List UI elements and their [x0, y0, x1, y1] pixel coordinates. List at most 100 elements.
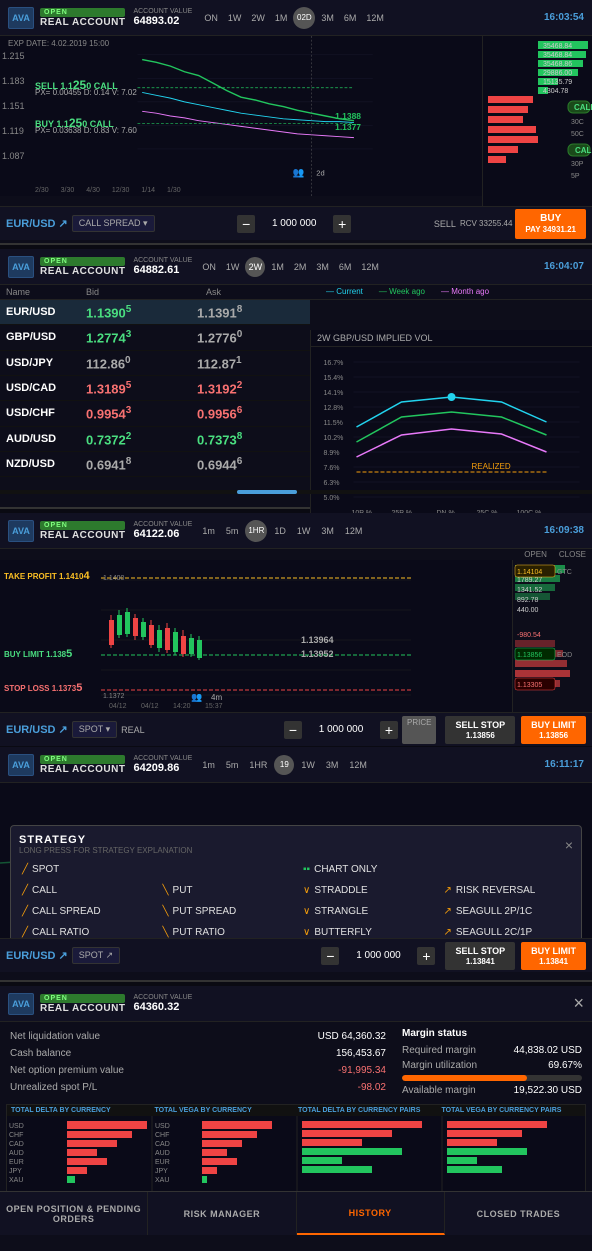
svg-text:15:37: 15:37: [205, 703, 223, 710]
tf-12m-4[interactable]: 12M: [345, 759, 371, 771]
nav-risk-manager[interactable]: RISK MANAGER: [148, 1192, 296, 1235]
tf-19-4[interactable]: 19: [274, 755, 294, 775]
strategy-risk-reversal[interactable]: ↗ RISK REVERSAL: [441, 882, 574, 899]
buy-button-1[interactable]: BUYPAY 34931.21: [515, 209, 586, 239]
tf-1m-3[interactable]: 1m: [198, 525, 219, 537]
tf-1w-4[interactable]: 1W: [297, 759, 319, 771]
strategy-selector-1[interactable]: CALL SPREAD ▾: [72, 215, 155, 232]
qty-minus-1[interactable]: −: [237, 215, 255, 233]
rate-row-gbpusd[interactable]: GBP/USD 1.27743 1.27760: [0, 325, 310, 350]
strategy-call[interactable]: ╱ CALL: [19, 882, 152, 899]
strategy-close-btn[interactable]: ×: [565, 837, 573, 853]
strategy-seagull-2c1p[interactable]: ↗ SEAGULL 2C/1P: [441, 924, 574, 938]
tf-6m-2[interactable]: 6M: [335, 261, 356, 273]
sell-stop-btn-4[interactable]: SELL STOP1.13841: [445, 942, 515, 970]
rate-row-usdcad[interactable]: USD/CAD 1.31895 1.31922: [0, 376, 310, 401]
tf-2m-2[interactable]: 2M: [290, 261, 311, 273]
rcv-pay-1: SELL RCV 33255.44: [434, 219, 513, 229]
tf-1hr-4[interactable]: 1HR: [245, 759, 271, 771]
strategy-butterfly[interactable]: ∨ BUTTERFLY: [300, 924, 433, 938]
price-1151: 1.151: [2, 101, 25, 111]
tf-1w-3[interactable]: 1W: [293, 525, 315, 537]
pair-selector-3[interactable]: EUR/USD ↗: [6, 723, 68, 736]
net-liq-label: Net liquidation value: [10, 1031, 100, 1042]
open-label-3: OPEN: [524, 550, 547, 559]
strategy-call-ratio[interactable]: ╱ CALL RATIO: [19, 924, 152, 938]
strategy-strangle[interactable]: ∨ STRANGLE: [300, 903, 433, 920]
nav-open-positions[interactable]: OPEN POSITION & PENDING ORDERS: [0, 1192, 148, 1235]
tf-12m-3[interactable]: 12M: [341, 525, 367, 537]
strategy-put-ratio[interactable]: ╲ PUT RATIO: [160, 924, 293, 938]
tf-1w-2[interactable]: 1W: [222, 261, 244, 273]
panel4-control-bar: EUR/USD ↗ SPOT ↗ − 1 000 000 + SELL STOP…: [0, 938, 592, 972]
tf-on-1[interactable]: ON: [200, 12, 222, 24]
rate-row-audusd[interactable]: AUD/USD 0.73722 0.73738: [0, 427, 310, 452]
tf-2w-2[interactable]: 2W: [245, 257, 265, 277]
svg-text:35468.84: 35468.84: [543, 43, 572, 50]
tf-1m-1[interactable]: 1M: [271, 12, 292, 24]
pair-selector-1[interactable]: EUR/USD ↗: [6, 217, 68, 230]
strategy-chart-only[interactable]: ▪▪ CHART ONLY: [300, 861, 433, 878]
scroll-thumb-2[interactable]: [237, 490, 297, 494]
net-option-row: Net option premium value -91,995.34: [10, 1062, 386, 1079]
tf-3m-2[interactable]: 3M: [312, 261, 333, 273]
panel5-close-btn[interactable]: ×: [573, 993, 584, 1014]
panel3-control-bar: EUR/USD ↗ SPOT ▾ REAL − 1 000 000 + PRIC…: [0, 712, 592, 746]
tf-1d-3[interactable]: 1D: [270, 525, 290, 537]
tf-3m-4[interactable]: 3M: [322, 759, 343, 771]
tf-2w-1[interactable]: 2W: [247, 12, 269, 24]
panel5-header: AVA OPEN REAL ACCOUNT ACCOUNT VALUE 6436…: [0, 986, 592, 1022]
strategy-selector-3[interactable]: SPOT ▾: [72, 721, 117, 738]
buy-limit-btn-4[interactable]: BUY LIMIT1.13841: [521, 942, 586, 970]
rate-row-usdjpy[interactable]: USD/JPY 112.860 112.871: [0, 351, 310, 376]
strategy-put[interactable]: ╲ PUT: [160, 882, 293, 899]
qty-plus-3[interactable]: +: [380, 721, 398, 739]
tf-12m-2[interactable]: 12M: [357, 261, 383, 273]
tf-3m-1[interactable]: 3M: [317, 12, 338, 24]
strategy-call-spread[interactable]: ╱ CALL SPREAD: [19, 903, 152, 920]
qty-minus-4[interactable]: −: [321, 947, 339, 965]
strategy-seagull-2p1c[interactable]: ↗ SEAGULL 2P/1C: [441, 903, 574, 920]
strategy-selector-4[interactable]: SPOT ↗: [72, 947, 120, 964]
tf-1hr-3[interactable]: 1HR: [245, 520, 267, 542]
svg-text:1341.52: 1341.52: [517, 587, 542, 594]
strategy-straddle[interactable]: ∨ STRADDLE: [300, 882, 433, 899]
tf-3m-3[interactable]: 3M: [317, 525, 338, 537]
tf-5m-3[interactable]: 5m: [222, 525, 243, 537]
svg-text:👥: 👥: [293, 166, 305, 178]
tf-02d-1[interactable]: 02D: [293, 7, 315, 29]
rate-row-eurusd[interactable]: EUR/USD 1.13905 1.13918: [0, 300, 310, 325]
tf-1w-1[interactable]: 1W: [224, 12, 246, 24]
qty-plus-4[interactable]: +: [417, 947, 435, 965]
sell-stop-btn-3[interactable]: SELL STOP1.13856: [445, 716, 515, 744]
tf-on-2[interactable]: ON: [198, 261, 220, 273]
nav-history-label: HISTORY: [349, 1208, 392, 1218]
tf-1m-2[interactable]: 1M: [267, 261, 288, 273]
tf-6m-1[interactable]: 6M: [340, 12, 361, 24]
strategy-spot[interactable]: ╱ SPOT: [19, 861, 152, 878]
svg-text:CAD: CAD: [155, 1141, 170, 1148]
qty-minus-3[interactable]: −: [284, 721, 302, 739]
tf-12m-1[interactable]: 12M: [362, 12, 388, 24]
rate-row-usdchf[interactable]: USD/CHF 0.99543 0.99566: [0, 401, 310, 426]
nav-history[interactable]: HISTORY: [297, 1192, 445, 1235]
pair-nzdusd: NZD/USD: [6, 458, 86, 470]
svg-text:JPY: JPY: [9, 1168, 22, 1175]
buy-limit-btn-3[interactable]: BUY LIMIT1.13856: [521, 716, 586, 744]
tf-1m-4[interactable]: 1m: [198, 759, 219, 771]
svg-text:1.13952: 1.13952: [301, 649, 334, 659]
panel2-account-name: REAL ACCOUNT: [40, 266, 125, 277]
scroll-bar-2[interactable]: [0, 490, 592, 494]
panel3-account-name: REAL ACCOUNT: [40, 530, 125, 541]
svg-text:10.2%: 10.2%: [324, 435, 344, 442]
pair-selector-4[interactable]: EUR/USD ↗: [6, 949, 68, 962]
nav-closed-trades[interactable]: CLOSED TRADES: [445, 1192, 592, 1235]
utilization-row: Margin utilization 69.67%: [402, 1058, 582, 1073]
qty-plus-1[interactable]: +: [333, 215, 351, 233]
rate-row-nzdusd[interactable]: NZD/USD 0.69418 0.69446: [0, 452, 310, 477]
sell-buy-btns-3: PRICE SELL STOP1.13856 BUY LIMIT1.13856: [402, 716, 586, 744]
tf-5m-4[interactable]: 5m: [222, 759, 243, 771]
straddle-label: STRADDLE: [314, 885, 367, 896]
col-charts: — Current — Week ago — Month ago: [326, 287, 586, 297]
strategy-put-spread[interactable]: ╲ PUT SPREAD: [160, 903, 293, 920]
